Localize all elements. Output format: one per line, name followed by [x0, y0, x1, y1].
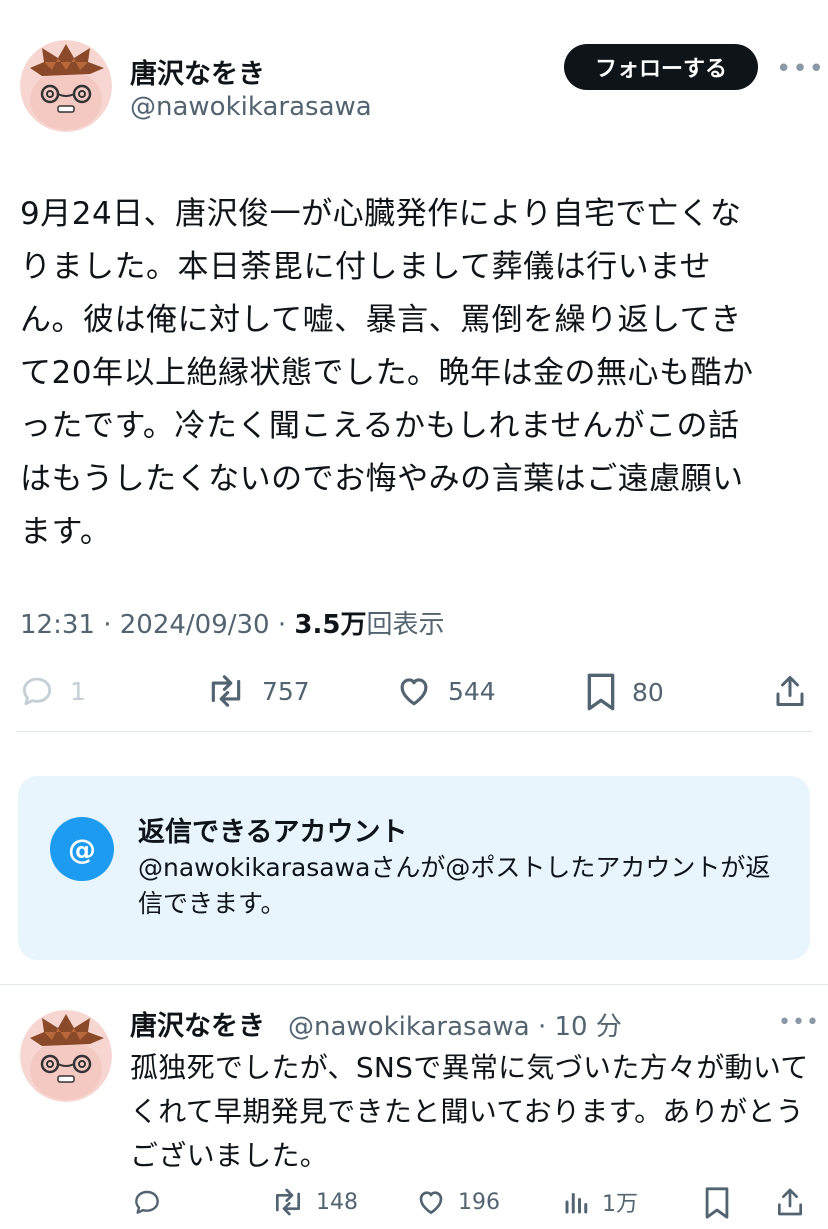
divider: [16, 731, 812, 732]
views-count: 3.5万: [294, 610, 367, 640]
tweet-meta: 12:31 · 2024/09/30 · 3.5万回表示: [20, 604, 444, 641]
reply-bookmark-action[interactable]: [702, 1186, 732, 1220]
retweet-icon: [276, 1188, 300, 1216]
reply-restriction-title: 返信できるアカウント: [138, 817, 408, 848]
more-options-icon[interactable]: •••: [776, 56, 825, 82]
reply-count: 1: [70, 676, 86, 706]
meta-separator: ·: [103, 610, 112, 640]
like-action[interactable]: 544: [394, 672, 496, 710]
bookmark-action[interactable]: 80: [584, 672, 664, 712]
author-handle[interactable]: @nawokikarasawa: [130, 92, 372, 122]
tweet-date[interactable]: 2024/09/30: [120, 610, 270, 640]
share-icon: [776, 676, 804, 706]
author-avatar[interactable]: [20, 40, 112, 132]
reply-action[interactable]: 1: [18, 672, 86, 710]
reply-share-action[interactable]: [774, 1186, 806, 1218]
views-label: 回表示: [366, 610, 445, 640]
author-name[interactable]: 唐沢なをき: [130, 52, 265, 91]
heart-icon: [400, 678, 428, 706]
bookmark-count: 80: [632, 677, 664, 707]
retweet-count: 757: [262, 676, 310, 706]
like-count: 544: [448, 676, 496, 706]
reply-icon: [135, 1190, 159, 1214]
reply-restriction-description: @nawokikarasawaさんが@ポストしたアカウントが返信できます。: [138, 853, 771, 918]
meta-separator: ·: [277, 610, 287, 640]
bookmark-icon: [705, 1187, 729, 1219]
reply-handle-time[interactable]: @nawokikarasawa · 10 分: [288, 1006, 622, 1043]
reply-views-count: 1万: [602, 1192, 638, 1217]
reply-icon: [22, 677, 52, 706]
tweet-time[interactable]: 12:31: [20, 610, 95, 640]
share-action[interactable]: [772, 672, 808, 710]
bookmark-icon: [587, 673, 615, 711]
reply-more-options-icon[interactable]: •••: [778, 1012, 820, 1034]
reply-like-count: 196: [458, 1189, 500, 1215]
tweet-text: 9月24日、唐沢俊一が心臓発作により自宅で亡くな りました。本日荼毘に付しまして…: [20, 196, 754, 550]
reply-author-name[interactable]: 唐沢なをき: [130, 1004, 265, 1043]
divider: [0, 984, 828, 985]
retweet-action[interactable]: 757: [204, 672, 310, 710]
reply-text: 孤独死でしたが、SNSで異常に気づいた方々が動いてくれて早期発見できたと聞いてお…: [130, 1051, 809, 1172]
follow-button[interactable]: フォローする: [564, 44, 758, 90]
reply-author-avatar[interactable]: [20, 1010, 112, 1102]
share-icon: [778, 1188, 802, 1216]
reply-like-action[interactable]: 196: [414, 1186, 500, 1218]
mention-icon: @: [50, 817, 114, 881]
reply-retweet-action[interactable]: 148: [270, 1186, 358, 1218]
reply-retweet-count: 148: [316, 1189, 358, 1215]
retweet-icon: [211, 675, 241, 707]
reply-reply-action[interactable]: [130, 1186, 164, 1218]
heart-icon: [419, 1191, 443, 1214]
views-icon: [565, 1193, 588, 1214]
reply-views-action[interactable]: 1万: [562, 1186, 638, 1218]
